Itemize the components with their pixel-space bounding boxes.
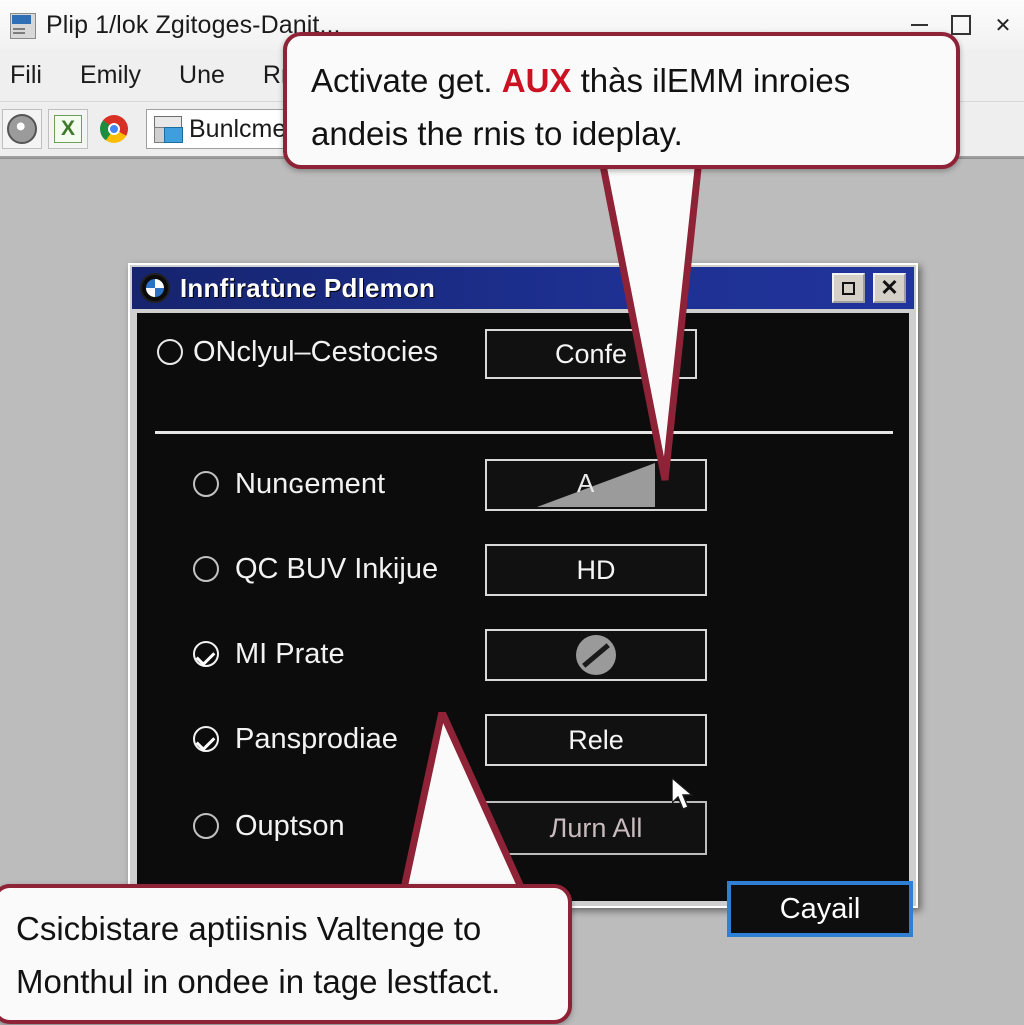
close-icon[interactable]: ✕ [873, 273, 906, 303]
callout-bottom: Csicbistare aptiisnis Valtenge to Monthu… [0, 884, 572, 1024]
callout-top-pre: Activate get. [311, 62, 502, 99]
callout-bottom-line2: Monthul in ondee in tage lestfact. [16, 963, 501, 1001]
no-entry-icon [576, 635, 616, 675]
menu-item-emily[interactable]: Emily [80, 61, 141, 90]
window-select-icon [153, 115, 183, 143]
radio-qc-buv-inkijue[interactable] [193, 556, 219, 582]
host-window: Plip 1/lok Zgitoges-Danit... ✕ Fili Emil… [0, 0, 1024, 1025]
divider [155, 431, 893, 434]
callout-top-line2: andeis the rnis to ideplay. [311, 115, 683, 153]
mi-prate-control[interactable] [485, 629, 707, 681]
callout-top: Activate get. AUX thàs ilEMM inroies and… [283, 32, 960, 169]
callout-top-line1: Activate get. AUX thàs ilEMM inroies [311, 54, 932, 107]
row-label-qc-buv-inkijue: QC BUV Inkijue [235, 552, 439, 585]
callout-bottom-tail [370, 712, 560, 912]
checkbox-mi-prate[interactable] [193, 641, 219, 667]
checkbox-pansprodiae[interactable] [193, 726, 219, 752]
callout-top-tail [560, 150, 740, 490]
mouse-pointer [671, 776, 698, 812]
row-label-ouptson: Ouptson [235, 809, 345, 842]
bmw-logo [140, 273, 170, 303]
disc-icon[interactable] [2, 109, 42, 149]
menu-item-une[interactable]: Une [179, 61, 225, 90]
hd-button[interactable]: HD [485, 544, 707, 596]
callout-bottom-line1: Csicbistare aptiisnis Valtenge to [16, 910, 482, 947]
dialog-titlebar: Innfiratùne Pdlemon ✕ [132, 267, 914, 309]
cayail-button[interactable]: Cayail [727, 881, 913, 937]
callout-keyword-aux: AUX [501, 62, 572, 99]
spreadsheet-icon[interactable]: X [48, 109, 88, 149]
radio-nungement[interactable] [193, 471, 219, 497]
radio-ouptson[interactable] [193, 813, 219, 839]
row-label-mi-prate: MI Prate [235, 637, 345, 670]
row-label-nungement: Nunɢement [235, 467, 385, 500]
document-window-icon [8, 10, 38, 40]
header-label: ONclyul–Cestocies [193, 335, 438, 368]
close-icon[interactable]: ✕ [982, 0, 1024, 50]
browser-icon[interactable] [94, 109, 134, 149]
menu-item-fili[interactable]: Fili [10, 61, 42, 90]
dialog-title-buttons: ✕ [832, 273, 906, 303]
restore-icon[interactable] [832, 273, 865, 303]
header-bullet-icon [157, 339, 183, 365]
callout-top-post: thàs ilEMM inroies [571, 62, 851, 99]
window-select-label: Bunlcme [189, 114, 287, 143]
dialog-title: Innfiratùne Pdlemon [180, 272, 436, 303]
